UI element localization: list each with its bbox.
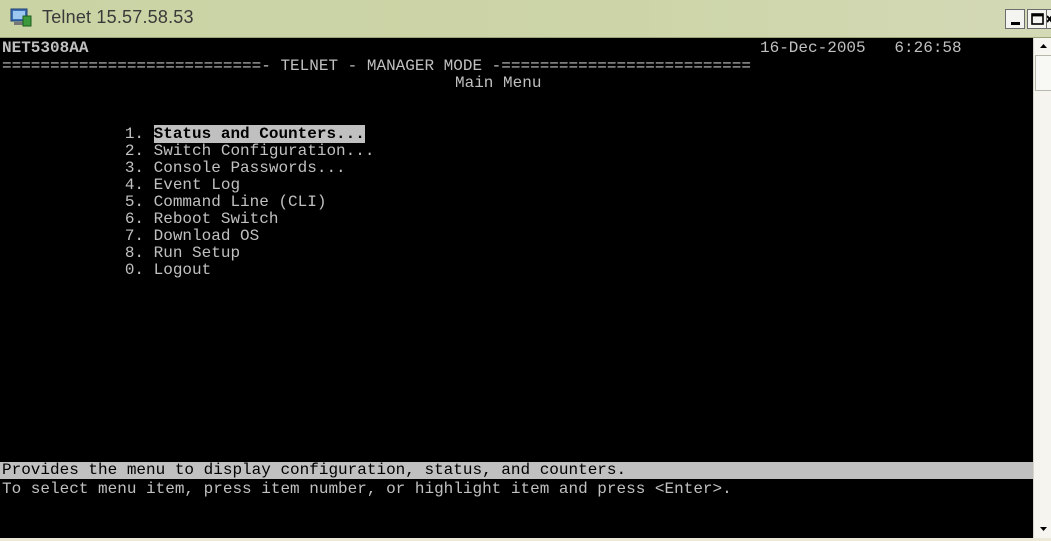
menu-item-label: Logout xyxy=(153,261,212,279)
maximize-icon xyxy=(1031,13,1044,25)
maximize-button[interactable] xyxy=(1027,9,1047,29)
menu-item-logout[interactable]: 0. Logout xyxy=(48,245,211,279)
title-bar[interactable]: Telnet 15.57.58.53 xyxy=(0,0,1051,38)
vertical-scrollbar[interactable] xyxy=(1033,38,1051,538)
telnet-computer-icon[interactable] xyxy=(10,8,32,28)
menu-title: Main Menu xyxy=(455,74,542,92)
menu-item-reboot-switch[interactable]: 6. Reboot Switch xyxy=(48,194,279,228)
date-time: 16-Dec-2005 6:26:58 xyxy=(760,39,962,57)
window-title: Telnet 15.57.58.53 xyxy=(42,7,194,27)
close-button[interactable] xyxy=(1046,9,1051,29)
scroll-down-arrow-icon xyxy=(1040,527,1047,531)
menu-item-console-passwords[interactable]: 3. Console Passwords... xyxy=(48,143,346,177)
help-line: To select menu item, press item number, … xyxy=(2,480,732,498)
menu-item-number: 0. xyxy=(124,261,145,279)
menu-item-command-line[interactable]: 5. Command Line (CLI) xyxy=(48,177,327,211)
minimize-icon xyxy=(1011,22,1020,25)
telnet-window: Telnet 15.57.58.53 NET5308AA 16-Dec-2005… xyxy=(0,0,1051,538)
minimize-button[interactable] xyxy=(1005,9,1025,29)
hostname: NET5308AA xyxy=(2,39,89,57)
status-line: Provides the menu to display configurati… xyxy=(2,461,627,479)
scroll-up-button[interactable] xyxy=(1035,38,1051,55)
terminal-screen[interactable]: NET5308AA 16-Dec-2005 6:26:58 ==========… xyxy=(0,38,1033,538)
menu-item-run-setup[interactable]: 8. Run Setup xyxy=(48,228,240,262)
menu-item-status-counters[interactable]: 1. Status and Counters... xyxy=(48,109,365,143)
mode-banner: ===========================- TELNET - MA… xyxy=(2,57,751,75)
scroll-down-button[interactable] xyxy=(1035,520,1051,537)
scroll-thumb[interactable] xyxy=(1035,55,1051,91)
scroll-up-arrow-icon xyxy=(1040,44,1047,48)
menu-item-event-log[interactable]: 4. Event Log xyxy=(48,160,240,194)
close-icon xyxy=(1047,15,1051,23)
menu-item-download-os[interactable]: 7. Download OS xyxy=(48,211,259,245)
menu-item-switch-configuration[interactable]: 2. Switch Configuration... xyxy=(48,126,375,160)
